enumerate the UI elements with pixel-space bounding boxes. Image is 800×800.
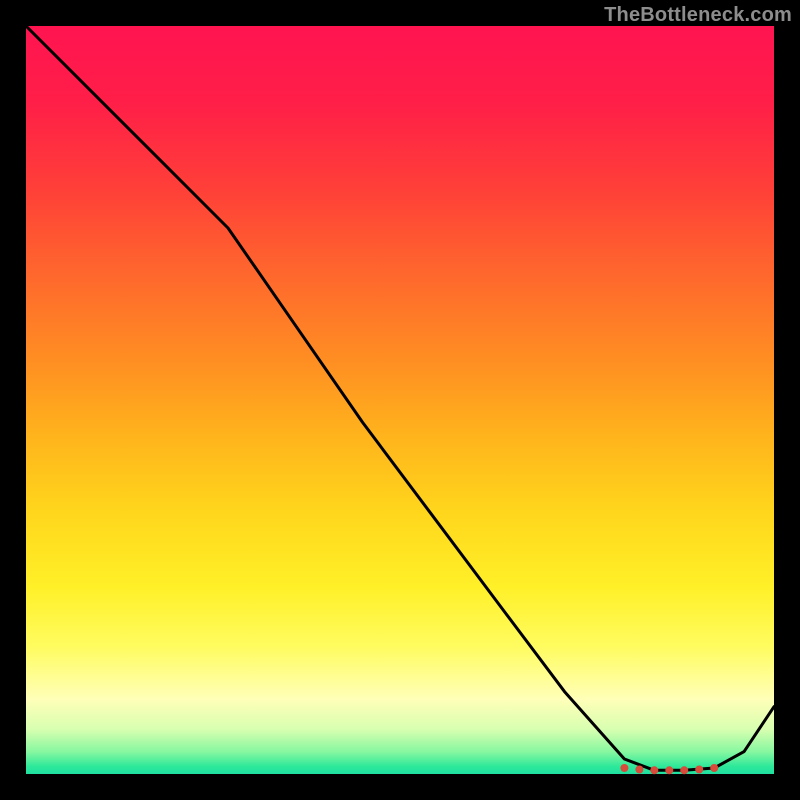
- watermark-text: TheBottleneck.com: [604, 4, 792, 27]
- valley-marker: [650, 766, 658, 774]
- valley-marker: [665, 766, 673, 774]
- chart-frame: TheBottleneck.com: [0, 0, 800, 800]
- valley-marker: [620, 764, 628, 772]
- curve-layer: [26, 26, 774, 770]
- valley-marker: [680, 766, 688, 774]
- valley-marker: [710, 764, 718, 772]
- valley-marker: [635, 766, 643, 774]
- chart-svg: [26, 26, 774, 774]
- plot-area: [26, 26, 774, 774]
- data-curve: [26, 26, 774, 770]
- valley-marker: [695, 766, 703, 774]
